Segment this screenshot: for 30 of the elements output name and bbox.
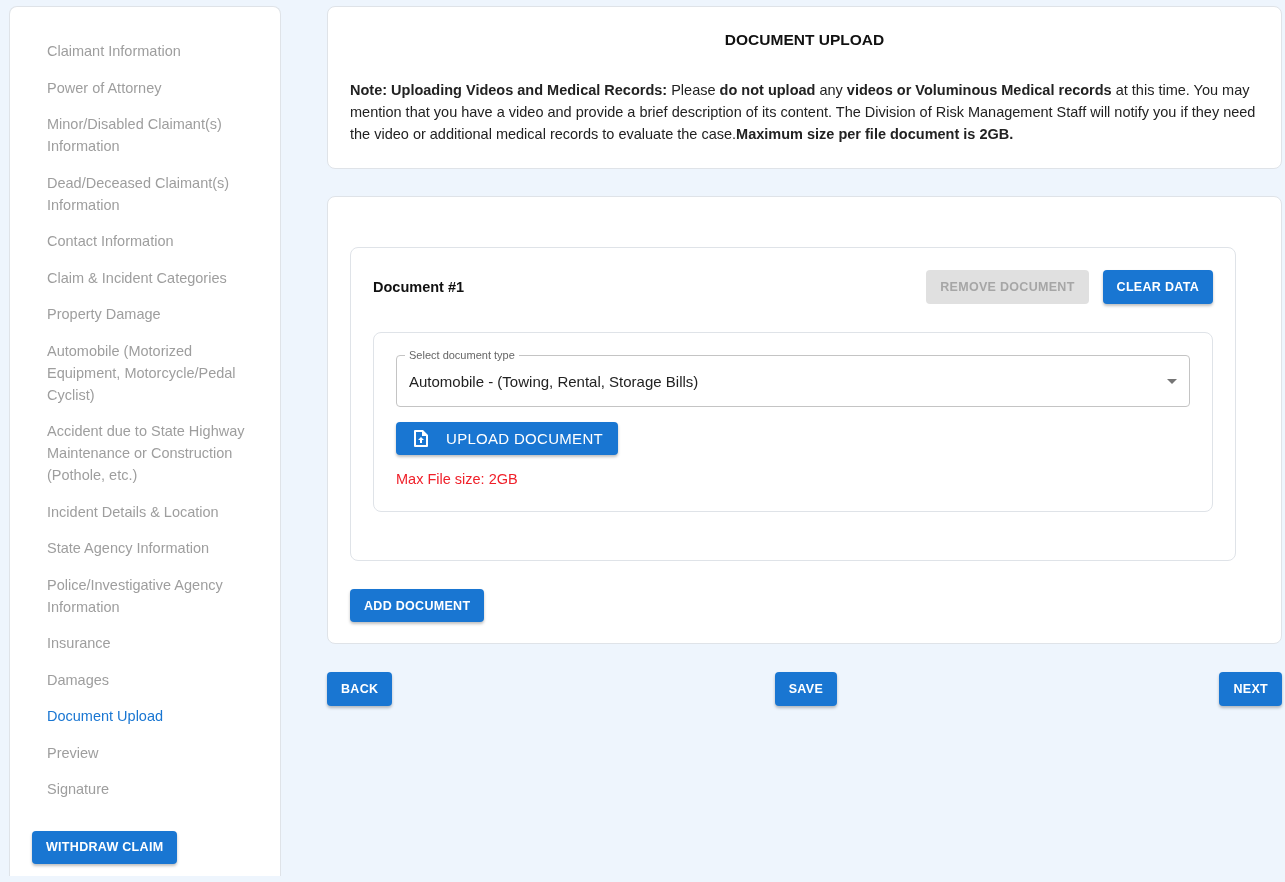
withdraw-claim-button[interactable]: WITHDRAW CLAIM (32, 830, 178, 864)
sidebar-item[interactable]: Power of Attorney (47, 76, 252, 99)
add-document-button[interactable]: ADD DOCUMENT (350, 589, 485, 622)
file-upload-icon (414, 430, 428, 447)
sidebar-item[interactable]: Accident due to State Highway Maintenance or Construction (Pothole, etc.) (47, 420, 252, 486)
sidebar-item[interactable]: Document Upload (47, 705, 252, 727)
sidebar-item[interactable]: Insurance (47, 632, 252, 654)
nav-button[interactable]: SAVE (774, 672, 838, 706)
note-text: Note: Uploading Videos and Medical Records: Please do not upload any videos or Voluminous Medical records at this time. You may mention that you have a video and provide a brief description of its content. The Division of Risk Management Staff will notify you if they need the video or additional medical records to evaluate the case.Maximum size per file document is 2GB. (350, 81, 1257, 144)
clear-data-button[interactable]: CLEAR DATA (1102, 270, 1213, 304)
sidebar-item[interactable]: Claim & Incident Categories (47, 266, 252, 289)
sidebar-item[interactable]: Contact Information (47, 230, 252, 252)
sidebar-item[interactable]: Incident Details & Location (47, 500, 252, 523)
nav-button[interactable]: BACK (327, 672, 393, 706)
upload-document-button[interactable]: UPLOAD DOCUMENT (396, 422, 618, 455)
nav-button[interactable]: NEXT (1219, 672, 1282, 706)
sidebar-item[interactable]: Damages (47, 668, 252, 691)
sidebar-item[interactable]: Signature (47, 778, 252, 800)
max-size-note: Max File size: 2GB (396, 471, 519, 487)
sidebar-item[interactable]: Claimant Information (47, 40, 252, 62)
sidebar-item[interactable]: Preview (47, 741, 252, 764)
caret-icon (1167, 378, 1177, 384)
sidebar-item[interactable]: Minor/Disabled Claimant(s) Information (47, 113, 252, 157)
sidebar-item[interactable]: Automobile (Motorized Equipment, Motorcycle/Pedal Cyclist) (47, 339, 252, 406)
page-title: DOCUMENT UPLOAD (723, 31, 886, 49)
document-title: Document #1 (373, 279, 465, 295)
sidebar-item[interactable]: Dead/Deceased Claimant(s) Information (47, 171, 252, 216)
sidebar-item[interactable]: State Agency Information (47, 537, 252, 559)
sidebar-item[interactable]: Police/Investigative Agency Information (47, 573, 252, 618)
sidebar-item[interactable]: Property Damage (47, 303, 252, 325)
